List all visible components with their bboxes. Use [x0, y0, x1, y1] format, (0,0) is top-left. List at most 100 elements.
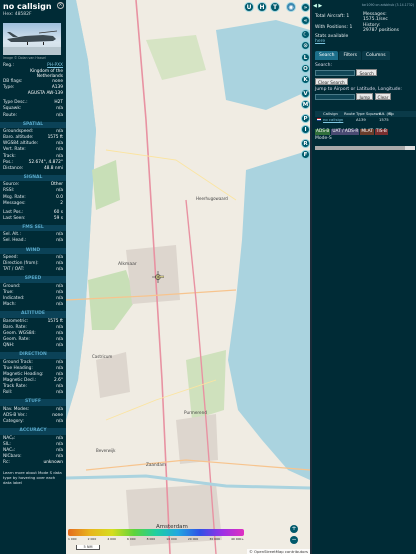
country: Kingdom of the Netherlands [30, 69, 63, 80]
map-button-h[interactable]: H [257, 2, 267, 12]
section-altitude[interactable]: ALTITUDE [0, 311, 66, 318]
total-aircraft-label: Total Aircraft: [315, 14, 345, 19]
jump-button[interactable]: Jump [356, 93, 374, 100]
altitude-tick: 40 000+ [230, 537, 244, 541]
clear-search-button[interactable]: Clear Search [315, 78, 348, 85]
table-row[interactable]: no callsign A139 1575 [315, 117, 416, 123]
map-button-t[interactable]: T [270, 2, 280, 12]
map-scale: 5 NM [76, 545, 100, 550]
zoom-in-button[interactable]: + [290, 525, 298, 533]
sidebar-tabs: Search Filters Columns [315, 51, 390, 60]
with-positions-label: With Positions: [315, 25, 349, 30]
label: Rc: [3, 459, 10, 465]
toggle-o-button[interactable]: O [301, 64, 310, 73]
aircraft-marker[interactable] [152, 268, 165, 287]
legend-mlat[interactable]: MLAT [360, 129, 374, 135]
globe-icon[interactable]: ◉ [286, 2, 296, 12]
legend-adsb[interactable]: ADS-B [315, 129, 331, 135]
section-direction[interactable]: DIRECTION [0, 352, 66, 359]
aircraft-info-panel: no callsign Hex: 48582F × Image © Dolan … [0, 0, 66, 554]
sp-mach-row: Mach: n/a [0, 302, 66, 308]
section-wind[interactable]: WIND [0, 247, 66, 255]
table-cell: A139 [356, 117, 366, 122]
clear-button[interactable]: Clear [374, 93, 392, 100]
altitude-tick: 6 000 [126, 537, 136, 541]
toggle-f-button[interactable]: F [301, 150, 310, 159]
source-legend: ADS-B UAT / ADS-R MLAT TIS-B [315, 129, 388, 135]
altitude-tick: 20 000 [187, 537, 199, 541]
town-label: Castricum [92, 354, 113, 359]
distance-row: Distance: 48.8 nmi [0, 166, 66, 172]
value: 59 s [53, 215, 63, 221]
toggle-r-button[interactable]: R [301, 139, 310, 148]
value: 48.8 nmi [43, 165, 63, 171]
tab-search[interactable]: Search [315, 51, 339, 60]
table-cell: 1575 [379, 117, 389, 122]
legend-uat[interactable]: UAT / ADS-R [331, 129, 360, 135]
section-speed[interactable]: SPEED [0, 276, 66, 283]
town-label: Beverwijk [96, 448, 116, 453]
value: 2 [60, 200, 63, 206]
map-base [66, 0, 310, 554]
toggle-i-button[interactable]: I [301, 125, 310, 134]
tab-columns[interactable]: Columns [361, 51, 390, 60]
jump-input[interactable] [315, 93, 355, 100]
sidebar-toggle-icon[interactable]: ◀ ▶ [313, 3, 322, 9]
route-row: Route: n/a [0, 113, 66, 119]
hex-line: Hex: 48582F [3, 12, 63, 17]
sidebar: ◀ ▶ tar1090 on adsbhub (3.14.1732) Total… [312, 0, 416, 554]
toggle-p-button[interactable]: P [301, 114, 310, 123]
toggle-k-button[interactable]: K [301, 75, 310, 84]
legend-tisb[interactable]: TIS-B [374, 129, 388, 135]
value: n/a [56, 112, 63, 118]
town-label: Zaandam [146, 462, 166, 467]
photo-credit: Image © Dolan van Hassel [3, 56, 46, 60]
qnh-row: QNH: n/a [0, 343, 66, 349]
hex-value: 48582F [14, 12, 32, 17]
table-scrollbar[interactable] [315, 146, 415, 150]
messages-value: 1575.1/sec [363, 17, 388, 22]
hex-label: Hex: [3, 12, 14, 17]
section-fms-sel[interactable]: FMS SEL [0, 224, 66, 232]
night-mode-icon[interactable]: ☾ [301, 30, 310, 39]
map-view[interactable]: U H T ◉ Alkmaar Heerhugowaard Zaandam Am… [66, 0, 310, 554]
aircraft-photo[interactable] [3, 23, 61, 55]
stats-link[interactable]: here [315, 39, 325, 44]
section-stuff[interactable]: STUFF [0, 399, 66, 406]
expand-right-button[interactable]: » [301, 3, 310, 12]
table-cell [387, 117, 408, 123]
jump-label: Jump to Airport or Latitude, Longitude: [315, 87, 402, 92]
tab-filters[interactable]: Filters [339, 51, 361, 60]
section-accuracy[interactable]: ACCURACY [0, 428, 66, 435]
close-icon[interactable]: × [57, 2, 64, 9]
version-link[interactable]: tar1090 on adsbhub (3.14.1732) [362, 3, 414, 7]
altitude-tick: 30 000 [209, 537, 220, 541]
search-button[interactable]: Search [356, 69, 377, 76]
map-control-strip: « » ☾ ⊙ L O K V M P I R F [300, 0, 312, 554]
toggle-m-button[interactable]: M [301, 100, 310, 109]
search-input[interactable] [315, 69, 355, 76]
zoom-out-button[interactable]: − [290, 536, 298, 544]
with-positions-value: 1 [349, 25, 353, 30]
value: n/a [56, 343, 63, 349]
section-signal[interactable]: SIGNAL [0, 174, 66, 182]
label: Distance: [3, 165, 24, 171]
value: n/a [56, 302, 63, 308]
label: Messages: [3, 200, 26, 206]
value: n/a [56, 390, 63, 396]
toggle-v-button[interactable]: V [301, 89, 310, 98]
with-positions-line: With Positions: 1 [315, 25, 352, 30]
altitude-tick: 2 000 [87, 537, 97, 541]
town-label: Heerhugowaard [196, 196, 228, 201]
map-button-u[interactable]: U [244, 2, 254, 12]
center-icon[interactable]: ⊙ [301, 41, 310, 50]
label: Mach: [3, 302, 16, 308]
toggle-l-button[interactable]: L [301, 53, 310, 62]
section-spatial[interactable]: SPATIAL [0, 121, 66, 129]
altitude-tick: 10 000 [166, 537, 177, 541]
altitude-tick: 4 000 [107, 537, 116, 541]
helicopter-icon [152, 271, 165, 283]
value: n/a [56, 418, 63, 424]
collapse-left-button[interactable]: « [301, 16, 310, 25]
legend-mode-s[interactable]: Mode-S [315, 136, 332, 141]
